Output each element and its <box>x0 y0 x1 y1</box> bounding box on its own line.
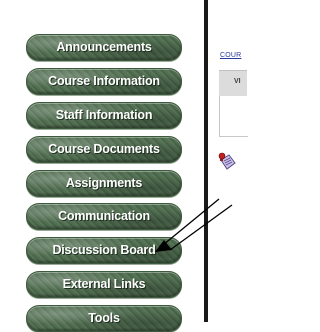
nav-button-announcements[interactable]: Announcements <box>26 34 182 61</box>
nav-button-staff-information[interactable]: Staff Information <box>26 102 182 129</box>
nav-button-discussion-board[interactable]: Discussion Board <box>26 237 182 264</box>
breadcrumb-link[interactable]: COUR <box>220 52 241 59</box>
nav-button-course-documents[interactable]: Course Documents <box>26 136 182 163</box>
content-tab-bar <box>219 70 247 97</box>
nav-button-assignments[interactable]: Assignments <box>26 170 182 197</box>
assignment-document-icon[interactable] <box>217 151 237 171</box>
frame-divider <box>204 0 208 322</box>
nav-button-tools[interactable]: Tools <box>26 305 182 332</box>
content-tab-label[interactable]: VI <box>234 78 241 85</box>
nav-button-course-information[interactable]: Course Information <box>26 68 182 95</box>
nav-button-external-links[interactable]: External Links <box>26 271 182 298</box>
nav-button-communication[interactable]: Communication <box>26 203 182 230</box>
content-panel <box>219 96 248 137</box>
